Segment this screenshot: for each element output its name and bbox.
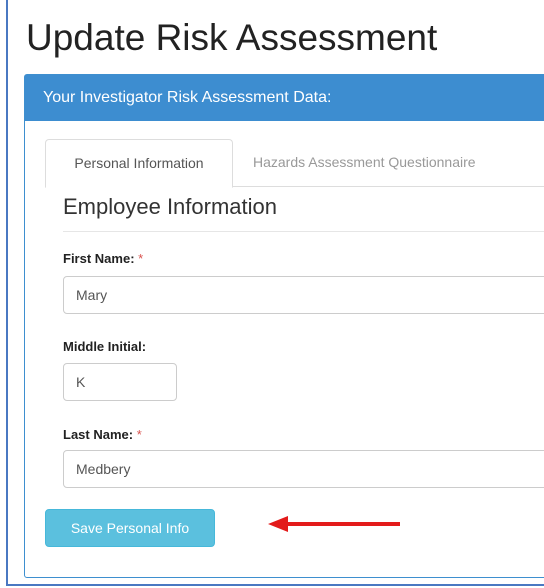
page-title: Update Risk Assessment [26,17,438,58]
tab-bar: Personal Information Hazards Assessment … [45,139,544,188]
required-marker: * [136,427,142,442]
tab-personal-information[interactable]: Personal Information [45,139,233,188]
last-name-label-text: Last Name: [63,427,134,442]
tab-hazards-assessment-questionnaire[interactable]: Hazards Assessment Questionnaire [253,139,476,187]
required-marker: * [138,251,144,266]
last-name-label: Last Name: * [63,427,142,442]
section-title: Employee Information [63,191,544,232]
middle-initial-label: Middle Initial: [63,339,147,354]
first-name-input[interactable]: Mary [63,276,544,314]
first-name-label: First Name: * [63,251,143,266]
red-arrow-icon [268,516,400,532]
middle-initial-input[interactable]: K [63,363,177,401]
panel-heading: Your Investigator Risk Assessment Data: [25,75,544,121]
risk-assessment-panel: Your Investigator Risk Assessment Data: … [24,74,544,578]
first-name-label-text: First Name: [63,251,135,266]
save-personal-info-button[interactable]: Save Personal Info [45,509,215,547]
last-name-input[interactable]: Medbery [63,450,544,488]
